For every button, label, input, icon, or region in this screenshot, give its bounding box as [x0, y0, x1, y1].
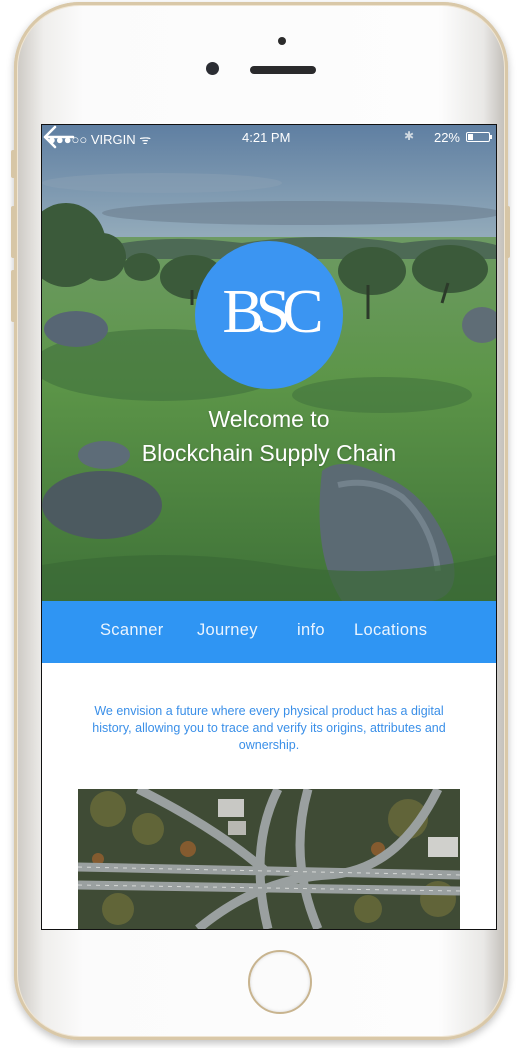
battery-percent: 22% — [433, 130, 460, 145]
front-camera — [206, 62, 219, 75]
earpiece-speaker — [250, 66, 316, 74]
mission-statement: We envision a future where every physica… — [92, 704, 446, 752]
status-bar: ●●●○○ VIRGIN ᯤ 4:21 PM ✱ 22% — [42, 125, 496, 147]
welcome-line-2: Blockchain Supply Chain — [141, 440, 397, 466]
highway-interchange-image — [78, 789, 460, 929]
volume-down-button — [11, 270, 16, 322]
tab-scanner[interactable]: Scanner — [100, 621, 164, 640]
tab-bar: Scanner Journey info Locations — [42, 601, 496, 663]
mute-switch — [11, 150, 16, 178]
battery-icon — [466, 132, 492, 142]
bsc-logo: BSC — [195, 241, 343, 389]
volume-up-button — [11, 206, 16, 258]
welcome-line-1: Welcome to — [208, 406, 330, 432]
arrow-left-icon[interactable] — [42, 125, 76, 149]
home-button[interactable] — [248, 950, 312, 1014]
hero-banner: ●●●○○ VIRGIN ᯤ 4:21 PM ✱ 22% BSC Welcome… — [42, 125, 496, 601]
highway-photo — [78, 789, 460, 929]
logo-text: BSC — [222, 278, 323, 346]
welcome-heading: Welcome to Blockchain Supply Chain — [42, 402, 496, 470]
tab-locations[interactable]: Locations — [354, 621, 427, 640]
bluetooth-icon: ✱ — [403, 129, 414, 143]
tab-info[interactable]: info — [297, 621, 325, 640]
power-button — [505, 206, 510, 258]
status-time: 4:21 PM — [242, 130, 291, 145]
tab-journey[interactable]: Journey — [197, 621, 258, 640]
front-sensor — [278, 37, 286, 45]
app-screen: ●●●○○ VIRGIN ᯤ 4:21 PM ✱ 22% BSC Welcome… — [41, 124, 497, 930]
